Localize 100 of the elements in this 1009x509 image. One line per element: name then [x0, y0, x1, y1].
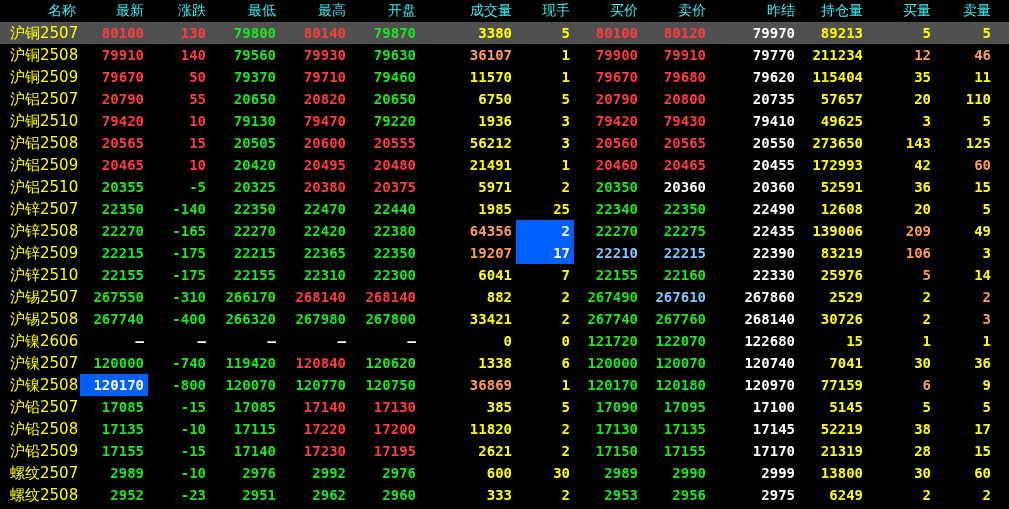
- cell-value: 5: [982, 25, 991, 41]
- cell-value: 125: [965, 135, 991, 151]
- column-header[interactable]: 卖量: [935, 2, 995, 20]
- cell-value: 21491: [469, 157, 512, 173]
- contract-name: 沪镍2606: [9, 330, 80, 352]
- column-header[interactable]: 最高: [280, 2, 350, 20]
- cell-value: 22365: [303, 245, 346, 261]
- table-row[interactable]: 沪镍2606 — — — — — 0 0 121720 122070 122680 15 1 1: [0, 330, 1009, 352]
- cell-value: 20360: [663, 179, 706, 195]
- cell-value: 49625: [820, 113, 863, 129]
- cell-value: 20465: [663, 157, 706, 173]
- contract-name: 沪锌2510: [9, 264, 80, 286]
- cell-value: 22390: [752, 245, 795, 261]
- cell-value: 333: [486, 487, 512, 503]
- cell-value: 20375: [373, 179, 416, 195]
- cell-value: 11570: [469, 69, 512, 85]
- contract-name: 螺纹2508: [9, 484, 80, 506]
- cell-value: 209: [905, 223, 931, 239]
- cell-value: 79220: [373, 113, 416, 129]
- cell-value: 120970: [744, 377, 795, 393]
- cell-value: 6: [561, 355, 570, 371]
- cell-value: -800: [172, 377, 206, 393]
- column-header[interactable]: 开盘: [350, 2, 420, 20]
- cell-value: 28: [914, 443, 931, 459]
- cell-value: 22155: [595, 267, 638, 283]
- cell-value: -5: [189, 179, 206, 195]
- cell-value: 17155: [101, 443, 144, 459]
- cell-value: 79130: [233, 113, 276, 129]
- column-header[interactable]: 名称: [0, 2, 80, 20]
- cell-value: —: [135, 333, 144, 349]
- cell-value: 2: [561, 223, 570, 239]
- table-row[interactable]: 沪锌2508 22270 -165 22270 22420 22380 64356 2 22270 22275 22435 139006 209 49: [0, 220, 1009, 242]
- table-row[interactable]: 沪铝2509 20465 10 20420 20495 20480 21491 1 20460 20465 20455 172993 42 60: [0, 154, 1009, 176]
- table-row[interactable]: 沪锡2507 267550 -310 266170 268140 268140 882 2 267490 267610 267860 2529 2 2: [0, 286, 1009, 308]
- cell-value: 17195: [373, 443, 416, 459]
- table-row[interactable]: 沪镍2508 120170 -800 120070 120770 120750 36869 1 120170 120180 120970 77159 6 9: [0, 374, 1009, 396]
- cell-value: 60: [974, 157, 991, 173]
- table-row[interactable]: 沪镍2507 120000 -740 119420 120840 120620 1338 6 120000 120070 120740 7041 30 36: [0, 352, 1009, 374]
- table-row[interactable]: 沪铜2508 79910 140 79560 79930 79630 36107 1 79900 79910 79770 211234 12 46: [0, 44, 1009, 66]
- table-row[interactable]: 沪铅2508 17135 -10 17115 17220 17200 11820 2 17130 17135 17145 52219 38 17: [0, 418, 1009, 440]
- cell-value: 36: [974, 355, 991, 371]
- table-row[interactable]: 沪铜2510 79420 10 79130 79470 79220 1936 3 79420 79430 79410 49625 3 5: [0, 110, 1009, 132]
- table-row[interactable]: 沪铜2509 79670 50 79370 79710 79460 11570 1 79670 79680 79620 115404 35 11: [0, 66, 1009, 88]
- column-header[interactable]: 最低: [210, 2, 280, 20]
- column-header[interactable]: 卖价: [642, 2, 710, 20]
- cell-value: 20420: [233, 157, 276, 173]
- cell-value: 3: [922, 113, 931, 129]
- cell-value: 17130: [373, 399, 416, 415]
- cell-value: 120180: [655, 377, 706, 393]
- table-row[interactable]: 沪铝2510 20355 -5 20325 20380 20375 5971 2 20350 20360 20360 52591 36 15: [0, 176, 1009, 198]
- column-header[interactable]: 昨结: [710, 2, 799, 20]
- cell-value: 55: [189, 91, 206, 107]
- table-row[interactable]: 沪锌2510 22155 -175 22155 22310 22300 6041 7 22155 22160 22330 25976 5 14: [0, 264, 1009, 286]
- cell-value: —: [267, 333, 276, 349]
- column-header[interactable]: 成交量: [420, 2, 516, 20]
- cell-value: 172993: [812, 157, 863, 173]
- cell-value: 35: [914, 69, 931, 85]
- table-row[interactable]: 沪锡2508 267740 -400 266320 267980 267800 33421 2 267740 267760 268140 30726 2 3: [0, 308, 1009, 330]
- column-header[interactable]: 涨跌: [148, 2, 210, 20]
- cell-value: 22340: [595, 201, 638, 217]
- cell-value: 1: [922, 333, 931, 349]
- cell-value: 20650: [233, 91, 276, 107]
- cell-value: 13800: [820, 465, 863, 481]
- table-row[interactable]: 螺纹2508 2952 -23 2951 2962 2960 333 2 2953 2956 2975 6249 2 2: [0, 484, 1009, 506]
- column-header[interactable]: 现手: [516, 2, 574, 20]
- table-row[interactable]: 沪铅2509 17155 -15 17140 17230 17195 2621 2 17150 17155 17170 21319 28 15: [0, 440, 1009, 462]
- cell-value: 267980: [295, 311, 346, 327]
- cell-value: 49: [974, 223, 991, 239]
- cell-value: 79770: [752, 47, 795, 63]
- cell-value: 20: [914, 91, 931, 107]
- table-row[interactable]: 沪铜2507 80100 130 79800 80140 79870 3380 5 80100 80120 79970 89213 5 5: [0, 22, 1009, 44]
- column-header[interactable]: 买价: [574, 2, 642, 20]
- cell-value: 2976: [382, 465, 416, 481]
- cell-value: 20600: [303, 135, 346, 151]
- cell-value: 1: [561, 69, 570, 85]
- cell-value: 2529: [829, 289, 863, 305]
- column-header[interactable]: 买量: [867, 2, 935, 20]
- table-row[interactable]: 螺纹2507 2989 -10 2976 2992 2976 600 30 2989 2990 2999 13800 30 60: [0, 462, 1009, 484]
- cell-value: 22350: [663, 201, 706, 217]
- table-row[interactable]: 沪锌2507 22350 -140 22350 22470 22440 1985 25 22340 22350 22490 12608 20 5: [0, 198, 1009, 220]
- cell-value: 1338: [478, 355, 512, 371]
- cell-value: -165: [172, 223, 206, 239]
- table-row[interactable]: 沪铝2507 20790 55 20650 20820 20650 6750 5 20790 20800 20735 57657 20 110: [0, 88, 1009, 110]
- cell-value: 20380: [303, 179, 346, 195]
- table-row[interactable]: 沪铝2508 20565 15 20505 20600 20555 56212 3 20560 20565 20550 273650 143 125: [0, 132, 1009, 154]
- cell-value: 5: [561, 91, 570, 107]
- cell-value: 17200: [373, 421, 416, 437]
- column-header[interactable]: 持仓量: [799, 2, 867, 20]
- cell-value: 1: [561, 47, 570, 63]
- cell-value: 22490: [752, 201, 795, 217]
- cell-value: 22440: [373, 201, 416, 217]
- cell-value: 273650: [812, 135, 863, 151]
- cell-value: 120740: [744, 355, 795, 371]
- cell-value: 17: [553, 245, 570, 261]
- table-row[interactable]: 沪铅2507 17085 -15 17085 17140 17130 385 5 17090 17095 17100 5145 5 5: [0, 396, 1009, 418]
- cell-value: 5: [982, 113, 991, 129]
- cell-value: —: [337, 333, 346, 349]
- table-row[interactable]: 沪锌2509 22215 -175 22215 22365 22350 19207 17 22210 22215 22390 83219 106 3: [0, 242, 1009, 264]
- column-header[interactable]: 最新: [80, 2, 148, 20]
- cell-value: 83219: [820, 245, 863, 261]
